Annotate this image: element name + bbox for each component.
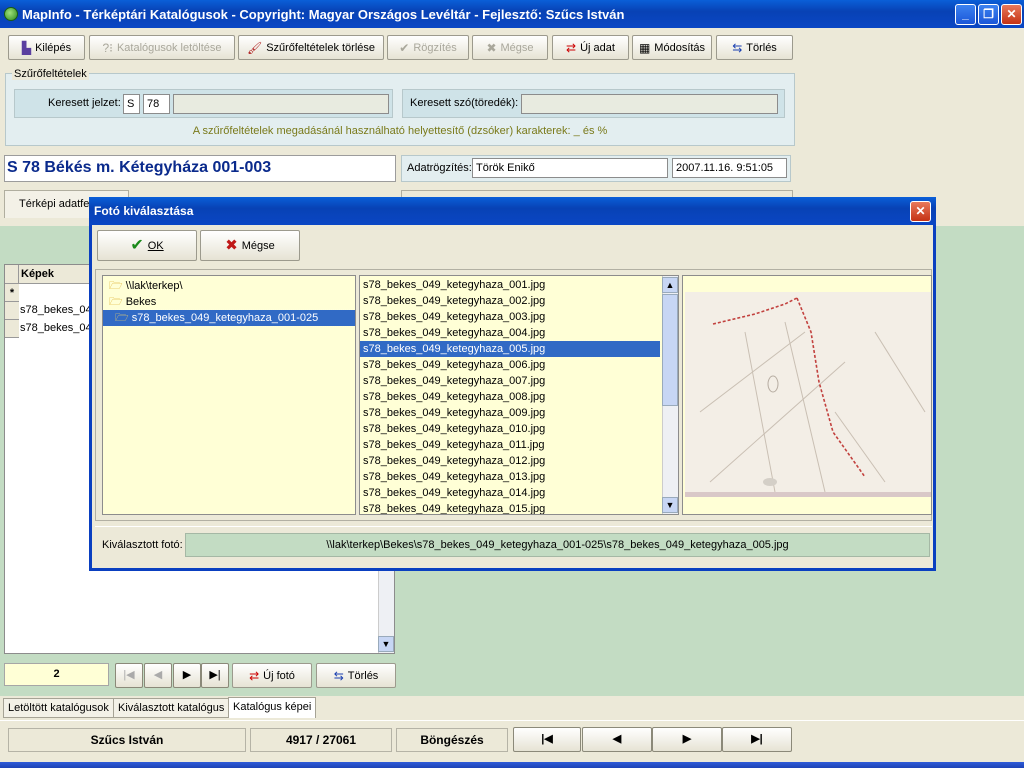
- file-list: s78_bekes_049_ketegyhaza_001.jpg s78_beke…: [359, 275, 679, 515]
- image-count: 2: [4, 663, 109, 686]
- filters-group-label: Szűrőfeltételek: [12, 68, 89, 80]
- recorded-label: Adatrögzítés:: [407, 162, 472, 174]
- grid-corner: [5, 265, 19, 284]
- exit-door-icon: ▙: [21, 40, 32, 55]
- new-arrows-icon: ⇄: [566, 40, 577, 55]
- file-item[interactable]: s78_bekes_049_ketegyhaza_004.jpg: [360, 325, 660, 341]
- prev-record-button[interactable]: ◀: [144, 663, 172, 688]
- new-row-marker: *: [5, 284, 19, 302]
- dialog-title: Fotó kiválasztása: [89, 197, 936, 225]
- file-item[interactable]: s78_bekes_049_ketegyhaza_011.jpg: [360, 437, 660, 453]
- edit-grid-icon: ▦: [638, 40, 651, 55]
- clear-filters-button[interactable]: 🖌 Szűrőfeltételek törlése: [238, 35, 384, 60]
- scroll-down-icon[interactable]: ▼: [662, 497, 678, 513]
- file-item[interactable]: s78_bekes_049_ketegyhaza_012.jpg: [360, 453, 660, 469]
- code-number-input[interactable]: 78: [143, 94, 170, 114]
- exit-button[interactable]: ▙ Kilépés: [8, 35, 85, 60]
- file-item[interactable]: s78_bekes_049_ketegyhaza_014.jpg: [360, 485, 660, 501]
- close-button[interactable]: ✕: [1001, 4, 1022, 25]
- file-list-scroll-thumb[interactable]: [662, 294, 678, 406]
- code-prefix-input[interactable]: S: [123, 94, 140, 114]
- recorded-at-field: 2007.11.16. 9:51:05: [672, 158, 787, 178]
- file-item[interactable]: s78_bekes_049_ketegyhaza_009.jpg: [360, 405, 660, 421]
- dialog-close-button[interactable]: ✕: [910, 201, 931, 222]
- tab-downloaded-catalogs[interactable]: Letöltött katalógusok: [3, 698, 114, 718]
- minimize-button[interactable]: _: [955, 4, 976, 25]
- restore-button[interactable]: ❐: [978, 4, 999, 25]
- first-record-button[interactable]: |◀: [115, 663, 143, 688]
- word-filter-input[interactable]: [521, 94, 778, 114]
- record-title: S 78 Békés m. Kétegyháza 001-003: [4, 155, 396, 182]
- row-selector[interactable]: [5, 302, 19, 320]
- selected-photo-path: \\lak\terkep\Bekes\s78_bekes_049_ketegyh…: [185, 533, 930, 557]
- title-bar: MapInfo - Térképtári Katalógusok - Copyr…: [0, 0, 1024, 28]
- taskbar-strip: [0, 762, 1024, 768]
- brush-icon: 🖌: [246, 40, 263, 55]
- next-catalog-button[interactable]: ▶: [652, 727, 722, 752]
- wildcard-hint: A szűrőfeltételek megadásánál használhat…: [192, 125, 608, 137]
- file-item[interactable]: s78_bekes_049_ketegyhaza_002.jpg: [360, 293, 660, 309]
- folder-tree: 🗁 \\lak\terkep\ 🗁 Bekes 🗁 s78_bekes_049_…: [102, 275, 356, 515]
- scroll-down-icon[interactable]: ▼: [378, 636, 394, 652]
- dialog-cancel-button[interactable]: ✖ Mégse: [200, 230, 300, 261]
- word-filter-label: Keresett szó(töredék):: [410, 97, 519, 109]
- dialog-ok-button[interactable]: ✔ OK: [97, 230, 197, 261]
- file-item[interactable]: s78_bekes_049_ketegyhaza_006.jpg: [360, 357, 660, 373]
- code-filter-label: Keresett jelzet:: [48, 97, 121, 109]
- open-folder-icon: 🗁: [109, 296, 123, 308]
- delete-button[interactable]: ⇆ Törlés: [716, 35, 793, 60]
- delete-photo-button[interactable]: ⇆ Törlés: [316, 663, 396, 688]
- modify-button[interactable]: ▦ Módosítás: [632, 35, 712, 60]
- file-item[interactable]: s78_bekes_049_ketegyhaza_010.jpg: [360, 421, 660, 437]
- last-record-button[interactable]: ▶|: [201, 663, 229, 688]
- folder-item-bekes[interactable]: 🗁 Bekes: [103, 294, 355, 310]
- file-item[interactable]: s78_bekes_049_ketegyhaza_013.jpg: [360, 469, 660, 485]
- file-item[interactable]: s78_bekes_049_ketegyhaza_015.jpg: [360, 501, 660, 514]
- x-icon: ✖: [225, 236, 238, 254]
- check-icon: ✔: [130, 236, 144, 254]
- map-preview-image: [685, 292, 931, 497]
- cancel-button[interactable]: ✖ Mégse: [472, 35, 548, 60]
- file-item[interactable]: s78_bekes_049_ketegyhaza_007.jpg: [360, 373, 660, 389]
- row-selector[interactable]: [5, 320, 19, 338]
- file-item[interactable]: s78_bekes_049_ketegyhaza_005.jpg: [360, 340, 661, 358]
- table-row[interactable]: s78_bekes_04: [20, 322, 92, 334]
- photo-select-dialog: Fotó kiválasztása ✕ ✔ OK ✖ Mégse 🗁 \\lak\t…: [89, 197, 936, 571]
- first-catalog-button[interactable]: |◀: [513, 727, 581, 752]
- open-folder-icon: 🗁: [115, 312, 129, 324]
- status-position: 4917 / 27061: [250, 728, 392, 752]
- check-icon: ✔: [399, 40, 410, 55]
- delete-arrows-icon: ⇆: [333, 668, 344, 683]
- download-help-icon: ?⁝: [102, 40, 113, 55]
- download-catalogs-button[interactable]: ?⁝ Katalógusok letöltése: [89, 35, 235, 60]
- new-arrows-icon: ⇄: [249, 668, 260, 683]
- tab-selected-catalog[interactable]: Kiválasztott katalógus: [113, 698, 230, 718]
- x-icon: ✖: [486, 40, 497, 55]
- tab-catalog-images[interactable]: Katalógus képei: [228, 697, 317, 718]
- file-item[interactable]: s78_bekes_049_ketegyhaza_003.jpg: [360, 309, 660, 325]
- folder-item-selected[interactable]: 🗁 s78_bekes_049_ketegyhaza_001-025: [103, 309, 355, 327]
- open-folder-icon: 🗁: [109, 280, 123, 292]
- code-rest-input[interactable]: [173, 94, 389, 114]
- recorded-by-field: Török Enikő: [472, 158, 668, 178]
- photo-preview-panel: [682, 275, 932, 515]
- file-item[interactable]: s78_bekes_049_ketegyhaza_008.jpg: [360, 389, 660, 405]
- delete-arrows-icon: ⇆: [732, 40, 743, 55]
- new-photo-button[interactable]: ⇄ Új fotó: [232, 663, 312, 688]
- app-icon: [4, 7, 18, 21]
- file-item[interactable]: s78_bekes_049_ketegyhaza_001.jpg: [360, 277, 660, 293]
- window-title: MapInfo - Térképtári Katalógusok - Copyr…: [22, 6, 625, 22]
- next-record-button[interactable]: ▶: [173, 663, 201, 688]
- selected-photo-label: Kiválasztott fotó:: [102, 539, 183, 551]
- prev-catalog-button[interactable]: ◀: [582, 727, 652, 752]
- status-mode: Böngészés: [396, 728, 508, 752]
- table-row[interactable]: s78_bekes_04: [20, 304, 92, 316]
- save-button[interactable]: ✔ Rögzítés: [387, 35, 469, 60]
- last-catalog-button[interactable]: ▶|: [722, 727, 792, 752]
- new-record-button[interactable]: ⇄ Új adat: [552, 35, 629, 60]
- folder-item-root[interactable]: 🗁 \\lak\terkep\: [103, 278, 355, 294]
- status-user: Szűcs István: [8, 728, 246, 752]
- scroll-up-icon[interactable]: ▲: [662, 277, 678, 293]
